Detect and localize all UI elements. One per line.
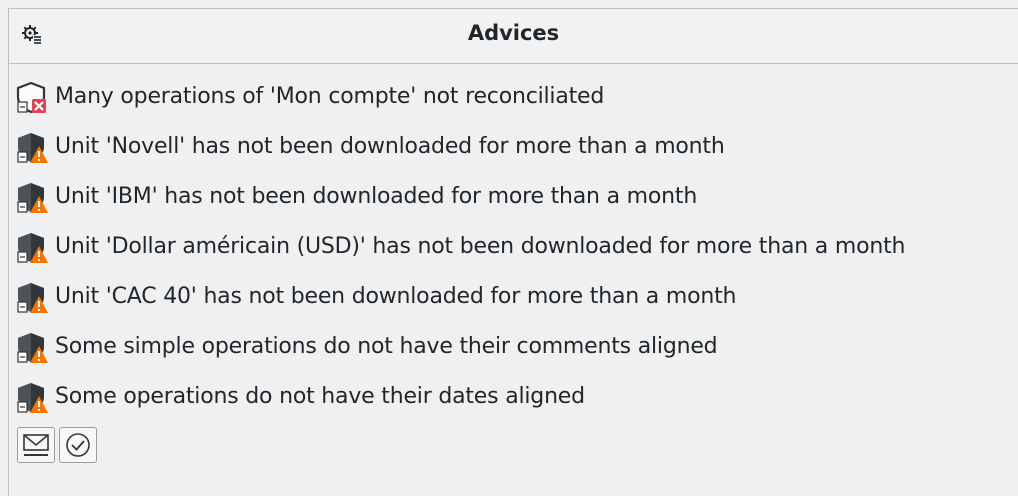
shield-warning-icon — [9, 329, 55, 363]
advice-item[interactable]: Unit 'IBM' has not been downloaded for m… — [9, 171, 1018, 221]
accept-button[interactable] — [59, 427, 97, 463]
collapse-down-icon — [23, 434, 49, 456]
advice-item[interactable]: Some simple operations do not have their… — [9, 321, 1018, 371]
advice-text: Unit 'Novell' has not been downloaded fo… — [55, 133, 725, 159]
advice-list: Many operations of 'Mon compte' not reco… — [9, 71, 1018, 421]
advices-panel: Advices Many operations of 'Mon compte' … — [8, 8, 1018, 496]
advice-item[interactable]: Many operations of 'Mon compte' not reco… — [9, 71, 1018, 121]
advice-text: Many operations of 'Mon compte' not reco… — [55, 83, 605, 109]
panel-title: Advices — [467, 21, 560, 45]
advice-text: Some operations do not have their dates … — [55, 383, 585, 409]
advice-item[interactable]: Unit 'CAC 40' has not been downloaded fo… — [9, 271, 1018, 321]
check-circle-icon — [66, 433, 90, 457]
advice-text: Unit 'IBM' has not been downloaded for m… — [55, 183, 698, 209]
advice-item[interactable]: Unit 'Dollar américain (USD)' has not be… — [9, 221, 1018, 271]
shield-error-icon — [9, 79, 55, 114]
shield-warning-icon — [9, 379, 55, 413]
advice-text: Unit 'Dollar américain (USD)' has not be… — [55, 233, 906, 259]
collapse-down-button[interactable] — [17, 427, 55, 463]
shield-warning-icon — [9, 179, 55, 213]
advice-text: Unit 'CAC 40' has not been downloaded fo… — [55, 283, 737, 309]
shield-warning-icon — [9, 229, 55, 263]
shield-warning-icon — [9, 129, 55, 163]
shield-warning-icon — [9, 279, 55, 313]
advice-item[interactable]: Unit 'Novell' has not been downloaded fo… — [9, 121, 1018, 171]
advice-actions — [17, 427, 97, 463]
panel-header: Advices — [9, 9, 1018, 64]
advice-item[interactable]: Some operations do not have their dates … — [9, 371, 1018, 421]
advice-text: Some simple operations do not have their… — [55, 333, 718, 359]
